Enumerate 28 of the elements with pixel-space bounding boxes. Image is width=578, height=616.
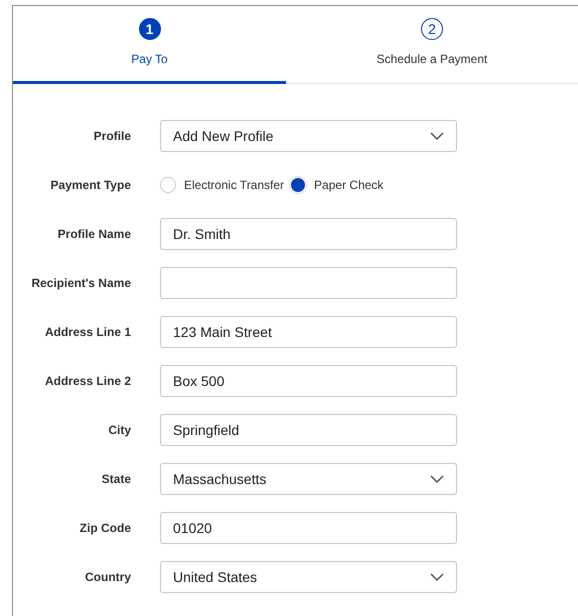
field-label: Zip Code (78, 521, 131, 535)
input-field[interactable] (160, 267, 457, 299)
select-field[interactable]: United States (160, 561, 457, 593)
step-number: 1 (138, 18, 160, 40)
chevron-down-icon (430, 573, 444, 581)
field-label: Recipient's Name (30, 276, 131, 290)
field-label: Address Line 1 (44, 325, 131, 339)
select-field[interactable]: Add New Profile (160, 120, 457, 152)
field-label: City (107, 423, 131, 437)
radio-option[interactable]: Electronic Transfer (160, 177, 284, 193)
field-label: Address Line 2 (44, 374, 131, 388)
step-tab[interactable]: 2 Schedule a Payment (286, 6, 578, 84)
input-field[interactable]: Dr. Smith (160, 218, 457, 250)
field-label: Profile Name (56, 227, 131, 241)
step-tab[interactable]: 1 Pay To (13, 6, 286, 84)
input-field[interactable]: 01020 (160, 512, 457, 544)
chevron-down-icon (430, 132, 444, 140)
select-field[interactable]: Massachusetts (160, 463, 457, 495)
radio-option[interactable]: Paper Check (290, 177, 384, 193)
field-label: State (100, 472, 131, 486)
field-label: Payment Type (50, 178, 131, 192)
input-field[interactable]: Box 500 (160, 365, 457, 397)
chevron-down-icon (430, 475, 444, 483)
input-field[interactable]: 123 Main Street (160, 316, 457, 348)
field-label: Profile (92, 129, 131, 143)
field-label: Country (84, 570, 131, 584)
step-number: 2 (421, 18, 443, 40)
input-field[interactable]: Springfield (160, 414, 457, 446)
